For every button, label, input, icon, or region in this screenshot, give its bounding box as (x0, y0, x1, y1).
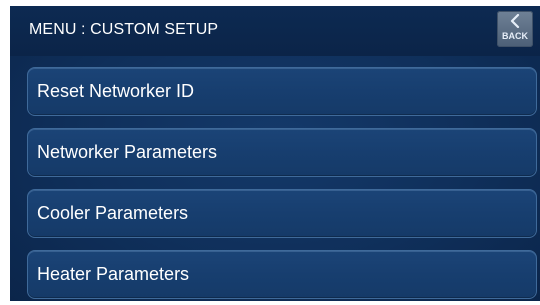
menu-item-networker-parameters[interactable]: Networker Parameters (27, 128, 537, 177)
page-title: MENU : CUSTOM SETUP (29, 21, 219, 38)
menu-item-label: Networker Parameters (37, 142, 218, 162)
menu-item-label: Reset Networker ID (37, 81, 195, 101)
menu-item-reset-networker-id[interactable]: Reset Networker ID (27, 67, 537, 116)
menu-item-cooler-parameters[interactable]: Cooler Parameters (27, 189, 537, 238)
header-bar: MENU : CUSTOM SETUP BACK (10, 6, 540, 56)
back-button-label: BACK (502, 31, 528, 41)
back-button[interactable]: BACK (497, 11, 533, 47)
menu-item-label: Heater Parameters (37, 264, 190, 284)
menu-item-heater-parameters[interactable]: Heater Parameters (27, 250, 537, 299)
menu-list: Reset Networker ID Networker Parameters … (27, 67, 537, 301)
menu-item-label: Cooler Parameters (37, 203, 189, 223)
device-screen: MENU : CUSTOM SETUP BACK Reset Networker… (10, 6, 540, 301)
chevron-left-icon (510, 14, 520, 28)
